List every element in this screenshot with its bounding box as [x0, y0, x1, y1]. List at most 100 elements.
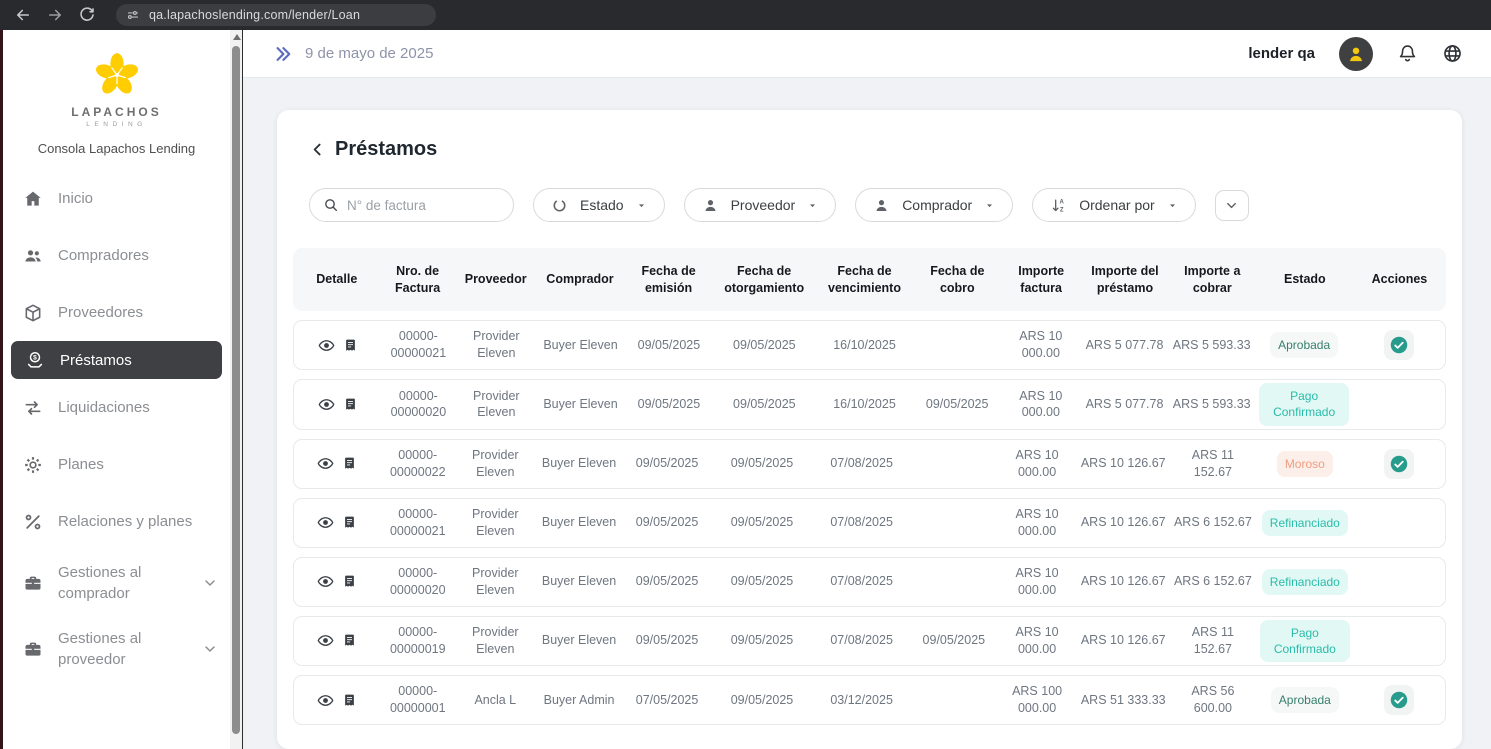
- cell-provider: Provider Eleven: [455, 385, 537, 425]
- view-detail-eye-icon[interactable]: [317, 514, 334, 531]
- browser-forward-icon[interactable]: [46, 6, 64, 24]
- column-header-importe-a-cobrar: Importe a cobrar: [1168, 263, 1257, 297]
- status-badge: Pago Confirmado: [1260, 620, 1349, 662]
- loan-row: 00000-00000022Provider ElevenBuyer Eleve…: [293, 439, 1446, 489]
- column-header-proveedor: Proveedor: [455, 271, 537, 288]
- cell-invoice-amount: ARS 10 000.00: [1000, 385, 1082, 425]
- cell-invoice-amount: ARS 10 000.00: [996, 503, 1078, 543]
- sidebar-item-proveedores[interactable]: Proveedores: [3, 284, 230, 341]
- invoice-document-icon[interactable]: [342, 693, 357, 708]
- cell-loan-amount: ARS 10 126.67: [1078, 570, 1169, 593]
- cell-grant-date: 09/05/2025: [712, 511, 812, 534]
- sidebar-item-gestiones-al-comprador[interactable]: Gestiones al comprador: [3, 550, 230, 616]
- cell-grant-date: 09/05/2025: [712, 452, 812, 475]
- people-icon: [23, 246, 43, 266]
- view-detail-eye-icon[interactable]: [317, 455, 334, 472]
- comprador-filter-dropdown[interactable]: Comprador: [855, 188, 1013, 222]
- proveedor-filter-dropdown[interactable]: Proveedor: [684, 188, 837, 222]
- avatar[interactable]: [1339, 37, 1373, 71]
- column-header-importe-factura: Importe factura: [1000, 263, 1082, 297]
- sidebar-item-label: Planes: [58, 456, 104, 473]
- invoice-document-icon[interactable]: [342, 515, 357, 530]
- sidebar-item-label: Gestiones al proveedor: [58, 628, 176, 670]
- prestamos-panel: Préstamos Estado: [277, 110, 1462, 749]
- url-text: qa.lapachoslending.com/lender/Loan: [149, 8, 360, 22]
- sidebar-item-planes[interactable]: Planes: [3, 436, 230, 493]
- sidebar-item-label: Compradores: [58, 247, 149, 264]
- sidebar-item-liquidaciones[interactable]: Liquidaciones: [3, 379, 230, 436]
- chevron-down-icon: [1224, 198, 1239, 213]
- cell-provider: Provider Eleven: [455, 325, 537, 365]
- scrollbar-thumb[interactable]: [232, 46, 240, 734]
- brand-subtitle: LENDING: [86, 121, 146, 128]
- cell-collection-date: [914, 342, 999, 348]
- cell-invoice: 00000-00000020: [381, 385, 455, 425]
- cell-receivable-amount: ARS 11 152.67: [1169, 621, 1257, 661]
- sidebar-item-compradores[interactable]: Compradores: [3, 227, 230, 284]
- cell-invoice: 00000-00000022: [381, 444, 455, 484]
- scrollbar-up-arrow-icon[interactable]: [233, 34, 241, 40]
- invoice-document-icon[interactable]: [342, 633, 357, 648]
- back-chevron-icon[interactable]: [309, 141, 326, 158]
- site-settings-icon[interactable]: [126, 8, 140, 22]
- browser-back-icon[interactable]: [14, 6, 32, 24]
- cell-detalle: [294, 452, 381, 475]
- console-label: Consola Lapachos Lending: [38, 141, 196, 156]
- view-detail-eye-icon[interactable]: [318, 396, 335, 413]
- invoice-document-icon[interactable]: [343, 397, 358, 412]
- table-body: 00000-00000021Provider ElevenBuyer Eleve…: [293, 320, 1446, 725]
- confirm-action-button[interactable]: [1384, 685, 1414, 715]
- sidebar-item-inicio[interactable]: Inicio: [3, 170, 230, 227]
- status-badge: Refinanciado: [1262, 569, 1348, 595]
- estado-filter-dropdown[interactable]: Estado: [533, 188, 665, 222]
- address-bar[interactable]: qa.lapachoslending.com/lender/Loan: [116, 4, 436, 26]
- notifications-bell-icon[interactable]: [1397, 43, 1418, 64]
- cell-acciones: [1353, 638, 1445, 644]
- sidebar-item-prestamos[interactable]: $Préstamos: [11, 341, 222, 379]
- cell-detalle: [294, 629, 381, 652]
- cell-invoice: 00000-00000001: [381, 680, 455, 720]
- cell-detalle: [294, 689, 381, 712]
- sidebar-item-relaciones-y-planes[interactable]: Relaciones y planes: [3, 493, 230, 550]
- cell-grant-date: 09/05/2025: [714, 334, 814, 357]
- cell-due-date: 07/08/2025: [812, 511, 911, 534]
- cell-acciones: [1353, 520, 1445, 526]
- cell-issue-date: 09/05/2025: [622, 511, 712, 534]
- confirm-action-button[interactable]: [1384, 449, 1414, 479]
- column-header-fecha-de-vencimiento: Fecha de vencimiento: [814, 263, 914, 297]
- column-header-fecha-de-emision: Fecha de emisión: [623, 263, 714, 297]
- expand-filters-button[interactable]: [1215, 190, 1249, 221]
- invoice-document-icon[interactable]: [342, 456, 357, 471]
- cell-loan-amount: ARS 10 126.67: [1078, 511, 1169, 534]
- cell-provider: Ancla L: [455, 689, 537, 712]
- cell-collection-date: 09/05/2025: [911, 629, 996, 652]
- svg-text:Z: Z: [1060, 207, 1064, 213]
- svg-text:A: A: [1060, 199, 1065, 205]
- invoice-document-icon[interactable]: [342, 574, 357, 589]
- search-input[interactable]: [347, 198, 487, 213]
- confirm-action-button[interactable]: [1384, 330, 1414, 360]
- view-detail-eye-icon[interactable]: [317, 632, 334, 649]
- collapse-sidebar-icon[interactable]: [273, 44, 293, 64]
- view-detail-eye-icon[interactable]: [317, 573, 334, 590]
- invoice-search-field[interactable]: [309, 188, 514, 222]
- sidebar-item-label: Gestiones al comprador: [58, 562, 176, 604]
- view-detail-eye-icon[interactable]: [317, 692, 334, 709]
- column-header-fecha-de-otorgamiento: Fecha de otorgamiento: [714, 263, 815, 297]
- column-header-detalle: Detalle: [293, 271, 381, 288]
- cell-receivable-amount: ARS 56 600.00: [1169, 680, 1257, 720]
- cell-acciones: [1353, 682, 1445, 718]
- sidebar-item-gestiones-al-proveedor[interactable]: Gestiones al proveedor: [3, 616, 230, 682]
- view-detail-eye-icon[interactable]: [318, 337, 335, 354]
- invoice-document-icon[interactable]: [343, 338, 358, 353]
- cell-estado: Pago Confirmado: [1257, 617, 1352, 665]
- chevron-down-icon: [202, 575, 218, 591]
- sidebar-item-label: Préstamos: [60, 352, 132, 369]
- cell-estado: Refinanciado: [1257, 566, 1352, 598]
- ordenar-por-dropdown[interactable]: AZ Ordenar por: [1032, 188, 1195, 222]
- browser-reload-icon[interactable]: [78, 6, 96, 24]
- language-globe-icon[interactable]: [1442, 43, 1463, 64]
- person-icon: [702, 197, 719, 214]
- cell-loan-amount: ARS 5 077.78: [1082, 334, 1167, 357]
- table-header: DetalleNro. de FacturaProveedorComprador…: [293, 248, 1446, 311]
